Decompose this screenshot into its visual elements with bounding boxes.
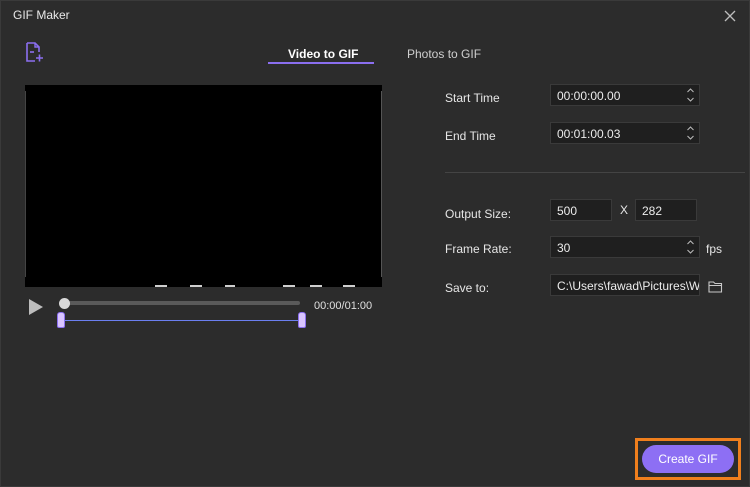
end-time-label: End Time (445, 129, 496, 143)
video-frame-mark (225, 285, 235, 287)
output-width-field[interactable]: 500 (550, 199, 612, 221)
save-path-value: C:\Users\fawad\Pictures\Wo (557, 279, 700, 293)
video-frame-mark (155, 285, 167, 287)
create-gif-button[interactable]: Create GIF (642, 445, 734, 473)
add-file-icon[interactable] (24, 41, 44, 63)
spin-icon[interactable] (686, 86, 695, 104)
video-frame-mark (343, 285, 355, 287)
video-frame-mark (283, 285, 295, 287)
output-width-value: 500 (557, 204, 578, 218)
trim-range (62, 320, 303, 321)
progress-knob[interactable] (59, 298, 70, 309)
frame-rate-unit: fps (706, 242, 723, 256)
spin-icon[interactable] (686, 238, 695, 256)
end-time-field[interactable]: 00:01:00.03 (550, 122, 700, 144)
create-gif-highlight: Create GIF (635, 438, 741, 480)
frame-rate-field[interactable]: 30 (550, 236, 700, 258)
active-tab-indicator (268, 62, 374, 64)
video-edge-right (381, 91, 382, 277)
spin-icon[interactable] (686, 124, 695, 142)
close-icon[interactable] (723, 9, 737, 23)
video-frame-mark (310, 285, 322, 287)
video-edge-left (25, 91, 26, 277)
tab-photos-to-gif[interactable]: Photos to GIF (407, 47, 481, 61)
video-preview (25, 85, 382, 287)
window-title: GIF Maker (13, 8, 70, 22)
start-time-field[interactable]: 00:00:00.00 (550, 84, 700, 106)
trim-start-handle[interactable] (57, 312, 65, 328)
output-height-value: 282 (642, 204, 663, 218)
save-to-label: Save to: (445, 281, 490, 295)
start-time-value: 00:00:00.00 (557, 89, 621, 103)
trim-end-handle[interactable] (298, 312, 306, 328)
folder-icon[interactable] (708, 280, 723, 293)
save-path-field[interactable]: C:\Users\fawad\Pictures\Wo (550, 274, 700, 296)
output-size-label: Output Size: (445, 207, 512, 221)
video-frame-mark (190, 285, 202, 287)
output-size-separator: X (620, 203, 629, 217)
frame-rate-value: 30 (557, 241, 571, 255)
playback-time: 00:00/01:00 (314, 300, 373, 312)
frame-rate-label: Frame Rate: (445, 242, 512, 256)
output-height-field[interactable]: 282 (635, 199, 697, 221)
end-time-value: 00:01:00.03 (557, 127, 621, 141)
gif-maker-window: GIF Maker Video to GIF Photos to GIF 00:… (0, 0, 750, 487)
start-time-label: Start Time (445, 91, 500, 105)
title-bar: GIF Maker (1, 1, 750, 31)
play-icon[interactable] (28, 298, 44, 316)
progress-bar[interactable] (64, 301, 300, 305)
tab-video-to-gif[interactable]: Video to GIF (288, 47, 358, 61)
section-divider (445, 172, 745, 173)
